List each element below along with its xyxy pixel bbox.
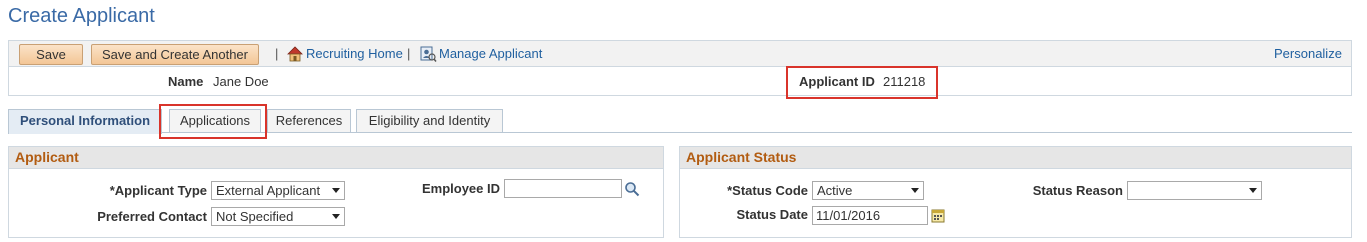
status-date-label: Status Date	[736, 207, 808, 222]
save-button[interactable]: Save	[19, 44, 83, 65]
status-date-input[interactable]	[812, 206, 928, 225]
applicant-header	[8, 67, 1352, 96]
status-reason-select[interactable]	[1127, 181, 1262, 200]
tab-personal-information[interactable]: Personal Information	[8, 109, 162, 134]
name-value: Jane Doe	[213, 74, 269, 89]
recruiting-home-link[interactable]: Recruiting Home	[306, 46, 403, 61]
tab-eligibility-and-identity[interactable]: Eligibility and Identity	[356, 109, 503, 133]
name-label: Name	[168, 74, 204, 89]
save-and-create-another-button[interactable]: Save and Create Another	[91, 44, 259, 65]
employee-id-label: Employee ID	[421, 181, 500, 196]
calendar-icon[interactable]	[931, 208, 945, 223]
status-code-value: Active	[817, 183, 853, 198]
toolbar-separator: |	[275, 46, 279, 61]
preferred-contact-label: Preferred Contact	[97, 209, 207, 224]
applicant-id-label: Applicant ID	[799, 74, 875, 89]
chevron-down-icon	[911, 188, 919, 193]
applicant-group-title: Applicant	[9, 147, 663, 169]
status-reason-label: Status Reason	[1032, 183, 1123, 198]
status-code-select[interactable]: Active	[812, 181, 924, 200]
preferred-contact-select[interactable]: Not Specified	[211, 207, 345, 226]
employee-id-input[interactable]	[504, 179, 622, 198]
chevron-down-icon	[332, 214, 340, 219]
tab-references[interactable]: References	[267, 109, 351, 133]
toolbar-separator: |	[407, 46, 411, 61]
search-icon[interactable]	[624, 181, 640, 197]
manage-applicant-icon[interactable]	[419, 45, 437, 63]
applicant-status-group-title: Applicant Status	[680, 147, 1351, 169]
home-icon[interactable]	[286, 45, 304, 63]
chevron-down-icon	[1249, 188, 1257, 193]
page-title: Create Applicant	[8, 5, 155, 27]
applicant-id-value: 211218	[883, 74, 926, 89]
applicant-type-label: *Applicant Type	[109, 183, 207, 198]
applicant-type-select[interactable]: External Applicant	[211, 181, 345, 200]
toolbar: Save Save and Create Another | Recruitin…	[8, 40, 1352, 67]
applicant-type-value: External Applicant	[216, 183, 321, 198]
chevron-down-icon	[332, 188, 340, 193]
personalize-link[interactable]: Personalize	[1274, 46, 1342, 61]
status-code-label: *Status Code	[727, 183, 808, 198]
manage-applicant-link[interactable]: Manage Applicant	[439, 46, 542, 61]
preferred-contact-value: Not Specified	[216, 209, 294, 224]
applications-tab-highlight	[159, 104, 267, 139]
